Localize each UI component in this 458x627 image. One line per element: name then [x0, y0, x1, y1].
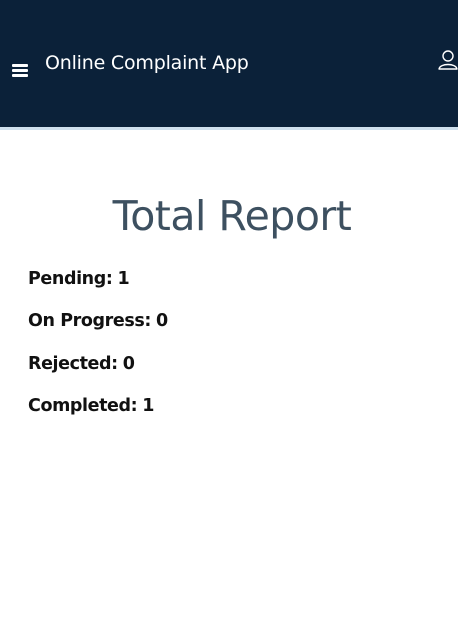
stat-label: Completed: — [28, 396, 138, 416]
stat-completed: Completed: 1 — [28, 394, 154, 418]
app-title: Online Complaint App — [45, 52, 249, 74]
stat-on-progress: On Progress: 0 — [28, 309, 168, 333]
app-header: Online Complaint App — [0, 0, 458, 130]
stat-rejected: Rejected: 0 — [28, 352, 135, 376]
stat-pending: Pending: 1 — [28, 267, 130, 291]
stat-value: 1 — [142, 396, 155, 416]
stat-label: On Progress: — [28, 311, 151, 331]
stat-value: 0 — [155, 311, 168, 331]
hamburger-menu-icon[interactable] — [12, 62, 29, 77]
stat-value: 0 — [122, 354, 135, 374]
stat-label: Pending: — [28, 269, 113, 289]
stat-label: Rejected: — [28, 354, 118, 374]
stat-value: 1 — [117, 269, 130, 289]
user-icon[interactable] — [438, 50, 458, 72]
page-title: Total Report — [112, 192, 352, 240]
